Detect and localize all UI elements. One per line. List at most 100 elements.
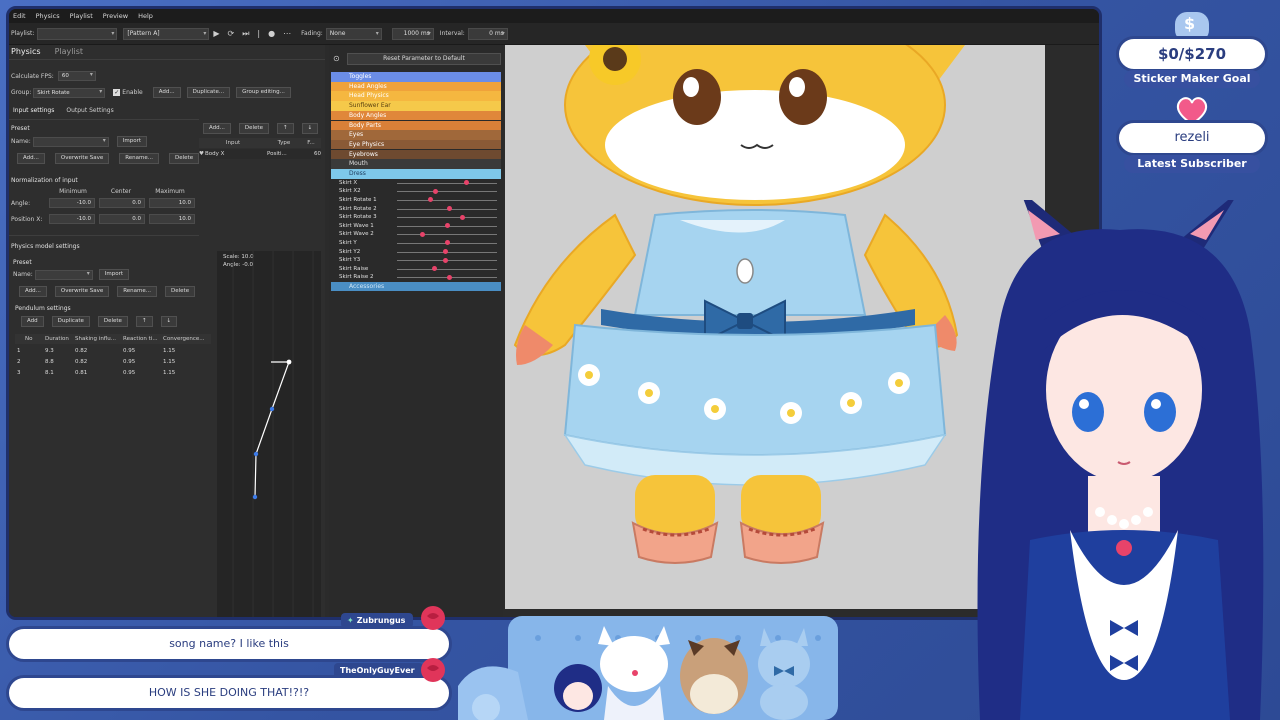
- param-group[interactable]: Body Angles: [331, 110, 501, 121]
- more-icon[interactable]: ⋯: [283, 29, 291, 38]
- group-add-button[interactable]: Add...: [152, 87, 181, 98]
- param-slider-knob[interactable]: [445, 223, 450, 229]
- param-slider-knob[interactable]: [443, 249, 449, 254]
- param-row[interactable]: Skirt Wave 2: [331, 230, 501, 239]
- enable-checkbox[interactable]: ✓: [113, 89, 121, 96]
- pendulum-graph[interactable]: Scale: 10.0 Angle: -0.0: [217, 251, 321, 617]
- playlist-select[interactable]: [37, 27, 118, 40]
- play-icon[interactable]: ▶: [213, 29, 219, 38]
- table-row[interactable]: 2 8.8 0.82 0.95 1.15: [15, 357, 211, 367]
- param-slider-knob[interactable]: [431, 266, 437, 272]
- param-group[interactable]: Head Physics: [331, 91, 501, 101]
- table-row[interactable]: 3 8.1 0.81 0.95 1.15: [15, 368, 211, 378]
- group-select[interactable]: Skirt Rotate: [33, 87, 106, 98]
- input-down-button[interactable]: ↓: [301, 123, 319, 134]
- param-row[interactable]: Skirt Y: [331, 239, 501, 248]
- input-row[interactable]: ♥ Body X Positi... 60: [199, 149, 321, 159]
- param-group[interactable]: Mouth: [331, 159, 501, 169]
- reset-parameter-button[interactable]: Reset Parameter to Default: [347, 53, 501, 65]
- param-row[interactable]: Skirt Rotate 3: [331, 213, 501, 222]
- pendulum-duplicate-button[interactable]: Duplicate: [51, 316, 90, 327]
- param-slider-knob[interactable]: [464, 180, 470, 186]
- param-slider-knob[interactable]: [446, 274, 452, 280]
- param-slider-knob[interactable]: [420, 231, 426, 237]
- model-overwrite-button[interactable]: Overwrite Save: [54, 286, 110, 297]
- interval-input[interactable]: 0 ms: [467, 27, 508, 40]
- angle-center-input[interactable]: 0.0: [99, 198, 145, 208]
- param-group[interactable]: Eyes: [331, 130, 501, 140]
- param-slider-track[interactable]: [397, 234, 497, 236]
- menu-playlist[interactable]: Playlist: [70, 12, 93, 20]
- tab-output-settings[interactable]: Output Settings: [66, 107, 113, 114]
- model-rename-button[interactable]: Rename...: [117, 286, 158, 297]
- group-duplicate-button[interactable]: Duplicate...: [186, 87, 231, 98]
- input-delete-button[interactable]: Delete: [238, 123, 269, 134]
- param-slider-track[interactable]: [397, 199, 497, 201]
- loop-icon[interactable]: ⟳: [228, 29, 235, 38]
- fading-select[interactable]: None: [325, 27, 382, 40]
- preset-overwrite-button[interactable]: Overwrite Save: [54, 153, 110, 164]
- param-slider-knob[interactable]: [445, 240, 450, 246]
- pendulum-add-button[interactable]: Add: [21, 316, 44, 327]
- param-row[interactable]: Skirt X: [331, 179, 501, 188]
- preset-add-button[interactable]: Add...: [17, 153, 45, 164]
- param-group[interactable]: Toggles: [331, 72, 501, 82]
- position-min-input[interactable]: -10.0: [49, 214, 95, 224]
- param-group[interactable]: Dress: [331, 169, 501, 179]
- param-slider-knob[interactable]: [427, 197, 433, 203]
- param-slider-track[interactable]: [397, 217, 497, 219]
- param-group[interactable]: Eyebrows: [331, 149, 501, 160]
- param-row[interactable]: Skirt Raise 2: [331, 273, 501, 282]
- param-slider-knob[interactable]: [446, 206, 452, 211]
- param-row[interactable]: Skirt X2: [331, 187, 501, 196]
- tab-playlist[interactable]: Playlist: [55, 47, 83, 56]
- param-slider-track[interactable]: [397, 268, 497, 270]
- menu-edit[interactable]: Edit: [13, 12, 26, 20]
- param-slider-knob[interactable]: [460, 214, 466, 220]
- pattern-select[interactable]: [Pattern A]: [123, 27, 210, 40]
- record-icon[interactable]: ●: [268, 29, 275, 38]
- preset-delete-button[interactable]: Delete: [169, 153, 200, 164]
- param-slider-knob[interactable]: [433, 188, 439, 194]
- position-max-input[interactable]: 10.0: [149, 214, 195, 224]
- param-row[interactable]: Skirt Wave 1: [331, 222, 501, 231]
- menu-help[interactable]: Help: [138, 12, 153, 20]
- duration-input[interactable]: 1000 ms: [391, 27, 434, 40]
- input-add-button[interactable]: Add...: [203, 123, 231, 134]
- param-row[interactable]: Skirt Rotate 1: [331, 196, 501, 205]
- preset-rename-button[interactable]: Rename...: [119, 153, 160, 164]
- pendulum-down-button[interactable]: ↓: [160, 316, 178, 327]
- pendulum-delete-button[interactable]: Delete: [97, 316, 128, 327]
- param-row[interactable]: Skirt Rotate 2: [331, 205, 501, 214]
- pendulum-up-button[interactable]: ↑: [135, 316, 153, 327]
- table-row[interactable]: 1 9.3 0.82 0.95 1.15: [15, 346, 211, 356]
- menu-physics[interactable]: Physics: [36, 12, 60, 20]
- input-up-button[interactable]: ↑: [276, 123, 294, 134]
- preset-import-button[interactable]: Import: [116, 136, 147, 147]
- group-editing-button[interactable]: Group editing...: [236, 87, 291, 98]
- tab-input-settings[interactable]: Input settings: [13, 107, 54, 114]
- model-delete-button[interactable]: Delete: [165, 286, 196, 297]
- param-slider-knob[interactable]: [443, 257, 449, 263]
- param-row[interactable]: Skirt Raise: [331, 265, 501, 274]
- param-slider-track[interactable]: [397, 182, 497, 184]
- param-group[interactable]: Sunflower Ear: [331, 101, 501, 111]
- next-icon[interactable]: ⏭: [242, 29, 249, 39]
- model-add-button[interactable]: Add...: [19, 286, 47, 297]
- angle-min-input[interactable]: -10.0: [49, 198, 95, 208]
- preset-name-select[interactable]: [32, 136, 109, 147]
- model-import-button[interactable]: Import: [98, 269, 129, 280]
- tab-physics[interactable]: Physics: [11, 47, 41, 56]
- param-slider-track[interactable]: [397, 191, 497, 193]
- param-group[interactable]: Eye Physics: [331, 139, 501, 150]
- collapse-icon[interactable]: ⊙: [333, 54, 340, 63]
- param-group[interactable]: Body Parts: [331, 120, 501, 131]
- calc-fps-select[interactable]: 60: [57, 71, 96, 81]
- model-preset-select[interactable]: [34, 269, 93, 280]
- menu-preview[interactable]: Preview: [103, 12, 128, 20]
- param-row[interactable]: Skirt Y3: [331, 256, 501, 265]
- param-group[interactable]: Accessories: [331, 281, 501, 292]
- position-center-input[interactable]: 0.0: [99, 214, 145, 224]
- param-row[interactable]: Skirt Y2: [331, 248, 501, 257]
- angle-max-input[interactable]: 10.0: [149, 198, 195, 208]
